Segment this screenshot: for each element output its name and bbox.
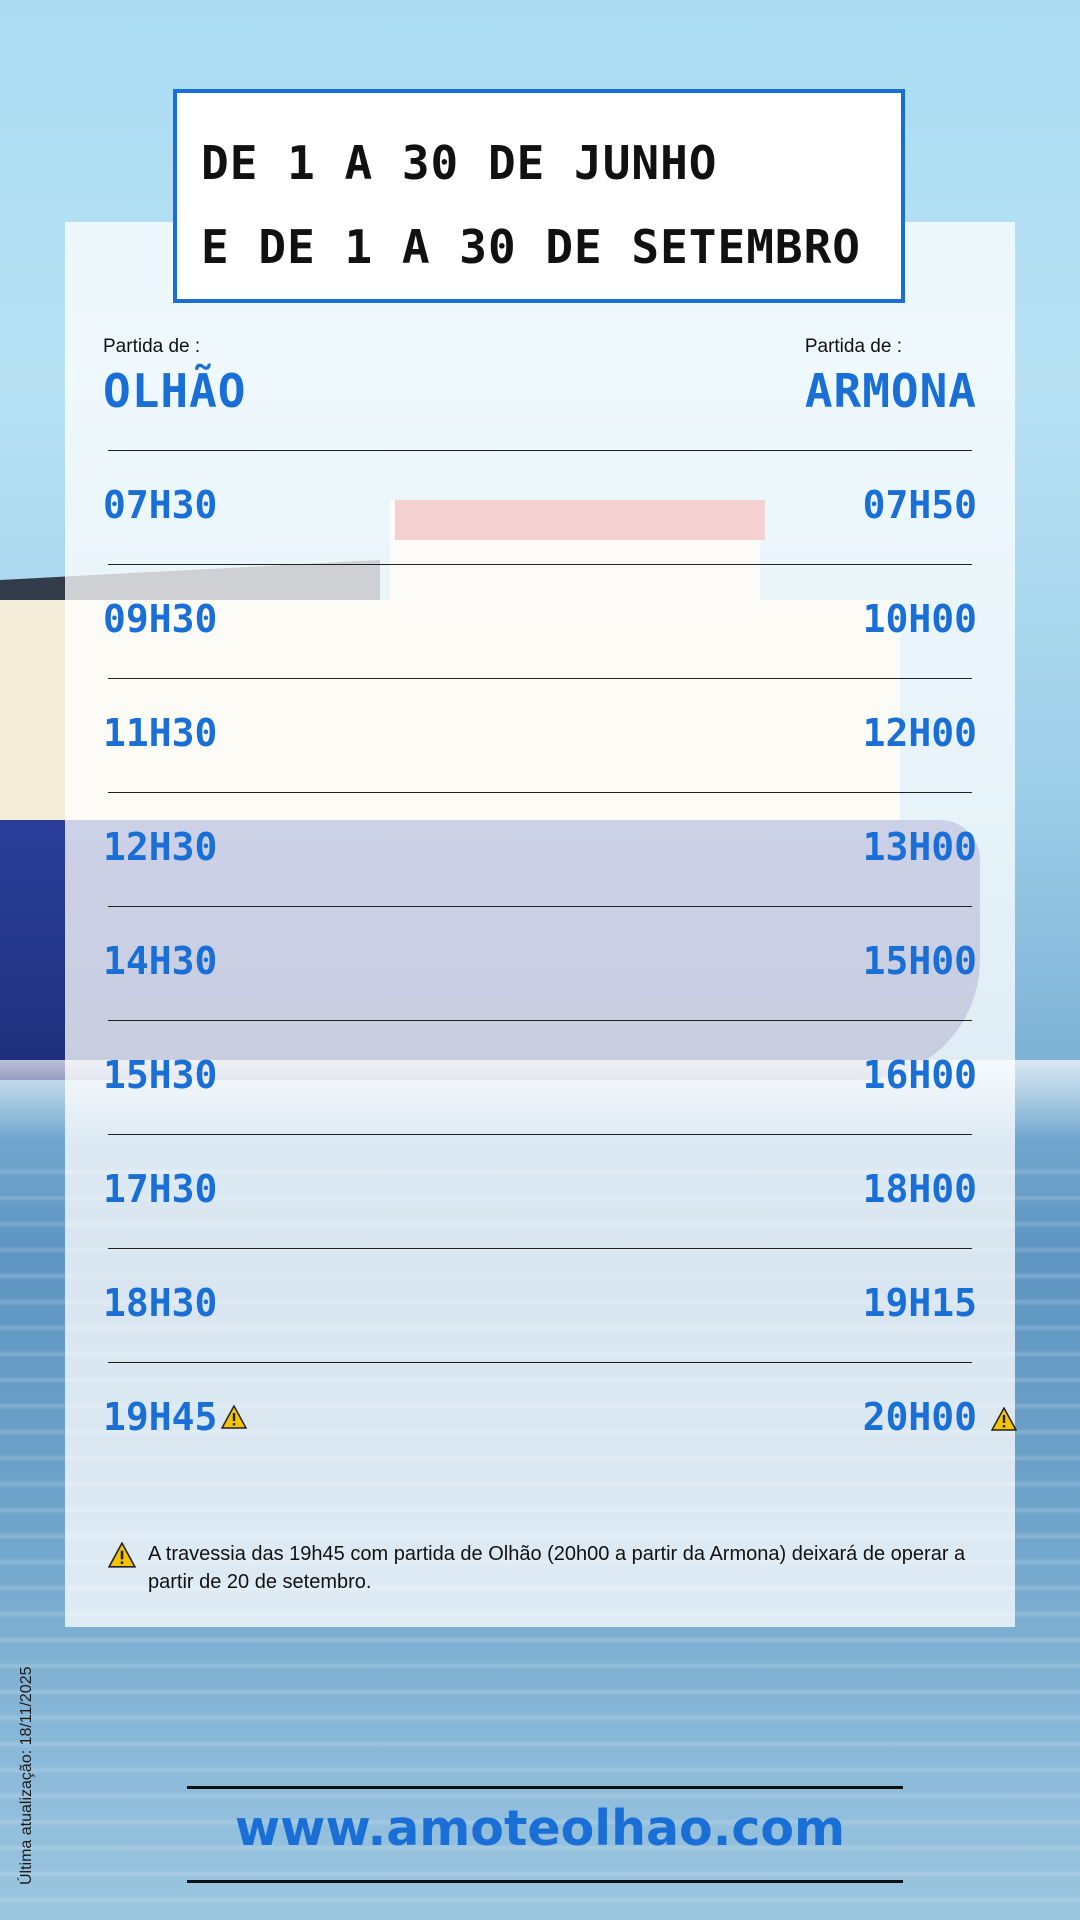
schedule-row-last: 19H45 20H00 xyxy=(103,1362,1017,1476)
schedule-table: 07H30 07H50 09H30 10H00 11H30 12H00 12H3… xyxy=(103,450,1017,1476)
olhao-caption: Partida de : xyxy=(103,336,201,357)
website-link[interactable]: www.amoteolhao.com xyxy=(187,1800,893,1857)
olhao-departure: 18H30 xyxy=(103,1281,218,1325)
olhao-departure: 14H30 xyxy=(103,939,218,983)
warning-note-text: A travessia das 19h45 com partida de Olh… xyxy=(148,1543,966,1593)
olhao-departure: 09H30 xyxy=(103,597,218,641)
schedule-row: 15H30 16H00 xyxy=(103,1020,977,1134)
website-rule-top xyxy=(187,1786,903,1789)
olhao-column-header: Partida de : OLHÃO xyxy=(103,336,246,418)
armona-title: ARMONA xyxy=(804,364,977,418)
armona-departure: 16H00 xyxy=(862,1053,977,1097)
armona-departure: 13H00 xyxy=(862,825,977,869)
warning-triangle-icon xyxy=(108,1542,136,1568)
schedule-row: 17H30 18H00 xyxy=(103,1134,977,1248)
last-update-label: Última atualização: 18/11/2025 xyxy=(18,1666,35,1885)
period-line-2: E DE 1 A 30 DE SETEMBRO xyxy=(201,220,861,274)
olhao-departure: 12H30 xyxy=(103,825,218,869)
olhao-title: OLHÃO xyxy=(103,364,247,418)
olhao-departure-warning: 19H45 xyxy=(103,1395,248,1439)
armona-departure: 15H00 xyxy=(862,939,977,983)
warning-triangle-icon xyxy=(991,1407,1017,1431)
armona-departure: 12H00 xyxy=(862,711,977,755)
period-line-1: DE 1 A 30 DE JUNHO xyxy=(201,136,718,190)
warning-note: A travessia das 19h45 com partida de Olh… xyxy=(108,1540,968,1596)
olhao-departure: 15H30 xyxy=(103,1053,218,1097)
armona-departure: 18H00 xyxy=(862,1167,977,1211)
armona-departure: 10H00 xyxy=(862,597,977,641)
armona-departure: 19H15 xyxy=(862,1281,977,1325)
armona-departure-time: 20H00 xyxy=(862,1395,977,1439)
olhao-departure: 17H30 xyxy=(103,1167,218,1211)
website-rule-bottom xyxy=(187,1880,903,1883)
olhao-departure: 07H30 xyxy=(103,483,218,527)
period-title-box: DE 1 A 30 DE JUNHO E DE 1 A 30 DE SETEMB… xyxy=(173,89,905,303)
warning-triangle-icon xyxy=(221,1405,248,1429)
schedule-row: 09H30 10H00 xyxy=(103,564,977,678)
schedule-row: 11H30 12H00 xyxy=(103,678,977,792)
olhao-departure: 11H30 xyxy=(103,711,218,755)
schedule-row: 14H30 15H00 xyxy=(103,906,977,1020)
olhao-departure-time: 19H45 xyxy=(103,1395,218,1439)
armona-departure: 07H50 xyxy=(862,483,977,527)
schedule-row: 12H30 13H00 xyxy=(103,792,977,906)
armona-column-header: Partida de : ARMONA xyxy=(805,336,977,418)
armona-departure-warning: 20H00 xyxy=(862,1395,1017,1439)
armona-caption: Partida de : xyxy=(804,336,902,357)
schedule-row: 07H30 07H50 xyxy=(103,450,977,564)
schedule-row: 18H30 19H15 xyxy=(103,1248,977,1362)
